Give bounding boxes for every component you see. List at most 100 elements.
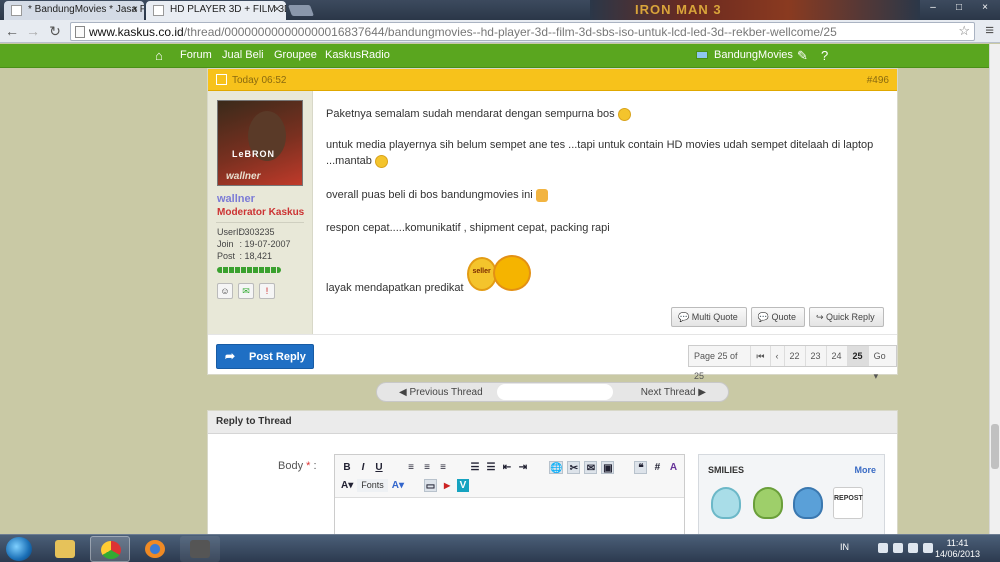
multi-quote-button[interactable]: 💬 Multi Quote xyxy=(671,307,747,327)
theme-banner-text: IRON MAN 3 xyxy=(635,2,722,17)
vimeo-icon[interactable]: V xyxy=(457,479,470,492)
avatar[interactable]: LeBRON wallner xyxy=(217,100,303,186)
browser-menu-icon[interactable]: ≡ xyxy=(985,22,994,39)
hashtag-icon[interactable]: # xyxy=(651,461,663,474)
clock[interactable]: 11:41 14/06/2013 xyxy=(935,538,980,560)
taskbar-explorer[interactable] xyxy=(45,536,85,562)
thumbs-up-icon xyxy=(535,188,548,202)
folder-icon xyxy=(55,540,75,558)
font-size-icon[interactable]: A▾ xyxy=(392,479,404,492)
reload-icon[interactable]: ↻ xyxy=(47,23,63,39)
fonts-dropdown[interactable]: Fonts xyxy=(357,479,388,492)
home-icon[interactable]: ⌂ xyxy=(155,48,163,63)
bold-button[interactable]: B xyxy=(341,461,353,474)
language-indicator[interactable]: IN xyxy=(840,542,849,552)
align-center-icon[interactable]: ≡ xyxy=(421,461,433,474)
profile-icon[interactable]: ☺ xyxy=(217,283,233,299)
user-menu[interactable]: BandungMovies xyxy=(696,49,793,61)
flag-icon[interactable] xyxy=(878,543,888,553)
page-22[interactable]: 22 xyxy=(785,346,806,366)
link-icon[interactable]: 🌐 xyxy=(549,461,564,474)
smiley-blue-icon[interactable] xyxy=(793,487,823,519)
align-left-icon[interactable]: ≡ xyxy=(405,461,417,474)
author-role: Moderator Kaskus xyxy=(217,207,305,218)
love-smiley-icon xyxy=(374,154,388,168)
page-scrollbar[interactable] xyxy=(989,44,1000,534)
first-page-button[interactable]: ⏮ xyxy=(751,346,771,366)
smiley-repost-icon[interactable]: REPOST xyxy=(833,487,863,519)
tab-hd-player[interactable]: HD PLAYER 3D + FILM 3D × xyxy=(146,1,286,20)
tab-close-icon[interactable]: × xyxy=(274,4,280,15)
quick-reply-button[interactable]: ↪ Quick Reply xyxy=(809,307,884,327)
page-24[interactable]: 24 xyxy=(827,346,848,366)
seller-badge-icon: seller xyxy=(466,255,535,295)
scrollbar-thumb[interactable] xyxy=(991,424,999,469)
network-icon[interactable] xyxy=(893,543,903,553)
window-controls: – □ × xyxy=(922,1,996,15)
youtube-icon[interactable]: ▶ xyxy=(441,479,453,492)
start-button[interactable] xyxy=(6,537,32,561)
post-line: ...mantab xyxy=(326,152,388,170)
taskbar-chrome[interactable] xyxy=(90,536,130,562)
nav-kaskusradio[interactable]: KaskusRadio xyxy=(325,49,390,61)
bookmark-star-icon[interactable]: ☆ xyxy=(958,23,970,39)
strikethrough-icon[interactable]: A xyxy=(667,461,679,474)
italic-button[interactable]: I xyxy=(357,461,369,474)
taskbar: IN 11:41 14/06/2013 xyxy=(0,534,1000,562)
post-number[interactable]: #496 xyxy=(867,75,889,86)
outdent-icon[interactable]: ⇤ xyxy=(501,461,513,474)
next-thread-link[interactable]: Next Thread ▶ xyxy=(641,387,706,398)
smiley-zombie-icon[interactable] xyxy=(753,487,783,519)
forward-arrow-icon[interactable]: → xyxy=(25,23,41,39)
back-arrow-icon[interactable]: ← xyxy=(4,23,20,39)
email-icon[interactable]: ✉ xyxy=(584,461,598,474)
minimize-button[interactable]: – xyxy=(922,1,944,15)
smiley-ghost-icon[interactable] xyxy=(711,487,741,519)
body-label: Body * : xyxy=(278,460,317,472)
tab-bandungmovies[interactable]: * BandungMovies * Jasa P × xyxy=(4,1,144,20)
post-reply-button[interactable]: ➦ Post Reply xyxy=(216,344,314,369)
maximize-button[interactable]: □ xyxy=(948,1,970,15)
volume-icon[interactable] xyxy=(923,543,933,553)
taskbar-app[interactable] xyxy=(180,536,220,562)
numbered-list-icon[interactable]: ☰ xyxy=(485,461,497,474)
smilies-more-link[interactable]: More xyxy=(854,465,876,475)
message-icon[interactable]: ✉ xyxy=(238,283,254,299)
spoiler-icon[interactable]: ▭ xyxy=(424,479,438,492)
font-color-icon[interactable]: A▾ xyxy=(341,479,353,492)
edit-pencil-icon[interactable]: ✎ xyxy=(797,48,808,64)
tab-close-icon[interactable]: × xyxy=(132,4,138,15)
page-favicon-icon xyxy=(153,5,164,16)
author-name[interactable]: wallner xyxy=(217,193,255,205)
image-icon[interactable]: ▣ xyxy=(601,461,615,474)
page-25-current[interactable]: 25 xyxy=(847,346,869,366)
bullet-list-icon[interactable]: ☰ xyxy=(469,461,481,474)
prev-page-button[interactable]: ‹ xyxy=(771,346,785,366)
editor-toolbar-row-2: A▾ Fonts A▾ ▭ ▶ V xyxy=(341,479,470,492)
quote-icon[interactable]: ❝ xyxy=(634,461,648,474)
system-tray xyxy=(878,543,933,553)
help-icon[interactable]: ? xyxy=(821,48,828,63)
quote-button[interactable]: 💬 Quote xyxy=(750,307,805,327)
previous-thread-link[interactable]: ◀ Previous Thread xyxy=(399,387,483,398)
page-info: Page 25 of 25 xyxy=(689,346,752,381)
address-bar[interactable]: www.kaskus.co.id/thread/0000000000000000… xyxy=(70,22,975,41)
post-select-checkbox[interactable] xyxy=(216,74,227,85)
author-stat-post: Post : 18,421 xyxy=(217,251,273,261)
nav-groupee[interactable]: Groupee xyxy=(274,49,317,61)
display-icon[interactable] xyxy=(908,543,918,553)
taskbar-firefox[interactable] xyxy=(135,536,175,562)
unlink-icon[interactable]: ✂ xyxy=(567,461,581,474)
nav-forum[interactable]: Forum xyxy=(180,49,212,61)
close-window-button[interactable]: × xyxy=(974,1,996,15)
indent-icon[interactable]: ⇥ xyxy=(517,461,529,474)
report-icon[interactable]: ! xyxy=(259,283,275,299)
underline-button[interactable]: U xyxy=(373,461,385,474)
page-23[interactable]: 23 xyxy=(806,346,827,366)
new-tab-button[interactable] xyxy=(287,5,315,16)
go-dropdown[interactable]: Go ▾ xyxy=(869,346,896,381)
post-line: Paketnya semalam sudah mendarat dengan s… xyxy=(326,105,631,123)
align-right-icon[interactable]: ≡ xyxy=(437,461,449,474)
nav-jual-beli[interactable]: Jual Beli xyxy=(222,49,264,61)
reply-arrow-icon: ➦ xyxy=(225,349,236,363)
